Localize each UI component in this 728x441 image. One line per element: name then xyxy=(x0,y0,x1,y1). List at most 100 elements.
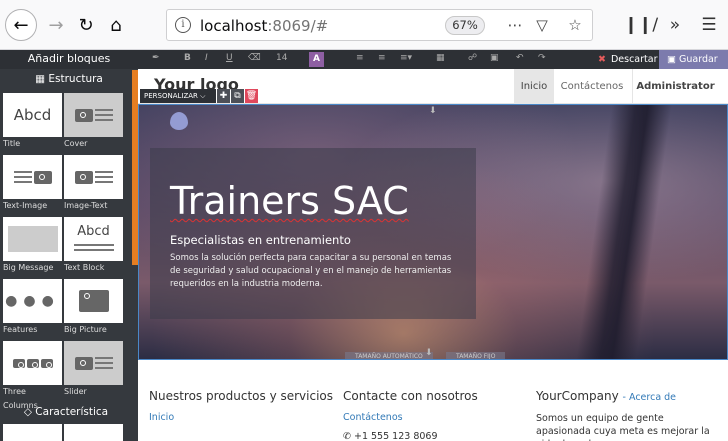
url-host: localhost xyxy=(200,17,268,35)
footer-heading: Contacte con nosotros xyxy=(343,389,478,403)
section-structure-label: Estructura xyxy=(48,73,103,85)
snippet-thumb xyxy=(64,155,123,199)
hero-subtitle[interactable]: Especialistas en entrenamiento xyxy=(170,233,351,247)
url-text[interactable]: localhost:8069/# xyxy=(200,17,328,35)
snippet-cover[interactable]: Cover xyxy=(64,93,123,153)
underline-icon[interactable]: U xyxy=(226,53,233,63)
overflow-icon[interactable]: » xyxy=(660,9,690,41)
snippet-label: Three Columns xyxy=(3,387,38,410)
trash-icon[interactable]: 🗑 xyxy=(245,89,258,103)
customize-dropdown[interactable]: PERSONALIZAR ⌵ xyxy=(140,89,216,103)
company-name: YourCompany xyxy=(536,389,619,403)
snippet-text-block[interactable]: Abcd Text Block xyxy=(64,217,123,277)
hero-title[interactable]: Trainers SAC xyxy=(170,179,409,223)
text-color-button[interactable]: A xyxy=(309,52,324,67)
image-icon xyxy=(26,358,39,368)
image-icon xyxy=(74,356,93,370)
image-icon xyxy=(12,358,25,368)
bold-icon[interactable]: B xyxy=(184,53,191,63)
section-feature[interactable]: ◇ Característica xyxy=(0,402,132,422)
user-menu[interactable]: Administrator ▾ xyxy=(632,69,718,127)
phone-number: +1 555 123 8069 xyxy=(353,431,438,441)
snippet-label: Text Block xyxy=(64,263,105,272)
features-dots-icon: ●●● xyxy=(5,293,60,309)
footer-heading: Nuestros productos y servicios xyxy=(149,389,334,403)
discard-button[interactable]: ✖ Descartar xyxy=(590,50,659,69)
save-button[interactable]: ▣ Guardar xyxy=(659,50,728,69)
snippet-label: Title xyxy=(3,139,21,148)
fixed-size-button[interactable]: TAMAÑO FIJO xyxy=(446,352,506,359)
snippet-label: Features xyxy=(3,325,38,334)
italic-icon[interactable]: I xyxy=(205,53,208,63)
snippet-features[interactable]: ●●● Features xyxy=(3,279,62,339)
snippet-text-image[interactable]: Text-Image xyxy=(3,155,62,215)
footer-heading: YourCompany - Acerca de xyxy=(536,389,716,403)
home-icon[interactable]: ⌂ xyxy=(100,9,132,41)
snippet-thumb[interactable] xyxy=(3,424,62,441)
bookmark-star-icon[interactable]: ☆ xyxy=(565,16,585,36)
more-icon[interactable]: ⋯ xyxy=(505,16,525,36)
url-bar[interactable]: i localhost:8069/# 67% ⋯ ▽ ☆ xyxy=(166,9,593,41)
message-block-icon xyxy=(7,226,58,252)
align-icon[interactable]: ≡▾ xyxy=(400,53,412,63)
zoom-level-badge[interactable]: 67% xyxy=(445,16,485,35)
footer-column-contact: Contacte con nosotros Contáctenos ✆ +1 5… xyxy=(343,389,478,441)
user-name: Administrator xyxy=(636,81,715,92)
forward-arrow-icon[interactable]: → xyxy=(40,9,72,41)
snippet-thumb xyxy=(3,155,62,199)
library-icon[interactable]: ❙❙∕ xyxy=(624,9,658,41)
snippet-thumb xyxy=(3,341,62,385)
redo-icon[interactable]: ↷ xyxy=(538,53,546,63)
about-link[interactable]: - Acerca de xyxy=(623,392,676,403)
resize-handle-icon[interactable]: ⬇ xyxy=(425,348,433,358)
snippet-thumb: ●●● xyxy=(3,279,62,323)
snippet-title[interactable]: Abcd Title xyxy=(3,93,62,153)
info-icon[interactable]: i xyxy=(175,17,191,33)
hero-description[interactable]: Somos la solución perfecta para capacita… xyxy=(170,252,460,291)
snippet-label: Cover xyxy=(64,139,88,148)
hero-cover[interactable]: ⬇ Trainers SAC Especialistas en entrenam… xyxy=(138,104,728,360)
footer-column-company: YourCompany - Acerca de Somos un equipo … xyxy=(536,389,716,441)
menu-icon[interactable]: ☰ xyxy=(694,9,724,41)
nav-link-inicio[interactable]: Inicio xyxy=(514,69,554,104)
font-size-select[interactable]: 14 xyxy=(276,53,287,63)
section-structure[interactable]: ▦ Estructura xyxy=(0,69,138,89)
snippet-label: Text-Image xyxy=(3,201,48,210)
snippet-label: Image-Text xyxy=(64,201,108,210)
save-label: Guardar xyxy=(679,54,718,65)
snippet-three-columns[interactable]: Three Columns xyxy=(3,341,62,410)
nav-link-contactenos[interactable]: Contáctenos xyxy=(556,69,628,104)
image-insert-icon[interactable]: ▣ xyxy=(490,53,499,63)
snippet-image-text[interactable]: Image-Text xyxy=(64,155,123,215)
reload-icon[interactable]: ↻ xyxy=(70,9,102,41)
snippet-slider[interactable]: Slider xyxy=(64,341,123,401)
customize-label: PERSONALIZAR xyxy=(144,92,198,100)
snippet-thumb xyxy=(64,279,123,323)
undo-icon[interactable]: ↶ xyxy=(516,53,524,63)
move-icon[interactable]: ✚ xyxy=(217,89,230,103)
pocket-icon[interactable]: ▽ xyxy=(532,16,552,36)
lines-icon xyxy=(94,354,113,372)
duplicate-icon[interactable]: ⧉ xyxy=(231,89,244,103)
thumb-text: Abcd xyxy=(13,106,52,124)
back-arrow-icon[interactable]: ← xyxy=(5,9,37,41)
auto-size-button[interactable]: TAMAÑO AUTOMÁTICO xyxy=(345,352,433,359)
table-icon[interactable]: ▦ xyxy=(436,53,445,63)
unordered-list-icon[interactable]: ≡ xyxy=(356,53,364,63)
eraser-icon[interactable]: ⌫ xyxy=(248,53,261,63)
snippet-label: Big Message xyxy=(3,263,54,272)
style-brush-icon[interactable]: ✒ xyxy=(152,53,160,63)
color-drop-icon[interactable] xyxy=(170,112,188,130)
lines-icon xyxy=(94,168,113,186)
link-icon[interactable]: ☍ xyxy=(468,53,477,63)
snippet-big-message[interactable]: Big Message xyxy=(3,217,62,277)
thumb-text: Abcd xyxy=(77,224,110,239)
ordered-list-icon[interactable]: ≡ xyxy=(378,53,386,63)
resize-handle-icon[interactable]: ⬇ xyxy=(429,106,439,116)
snippet-big-picture[interactable]: Big Picture xyxy=(64,279,123,339)
section-feature-label: Característica xyxy=(35,406,109,418)
add-blocks-panel: Añadir bloques ▦ Estructura Abcd Title C… xyxy=(0,50,138,441)
footer-link-contactenos[interactable]: Contáctenos xyxy=(343,412,478,423)
footer-link-inicio[interactable]: Inicio xyxy=(149,412,333,423)
snippet-thumb[interactable] xyxy=(64,424,123,441)
